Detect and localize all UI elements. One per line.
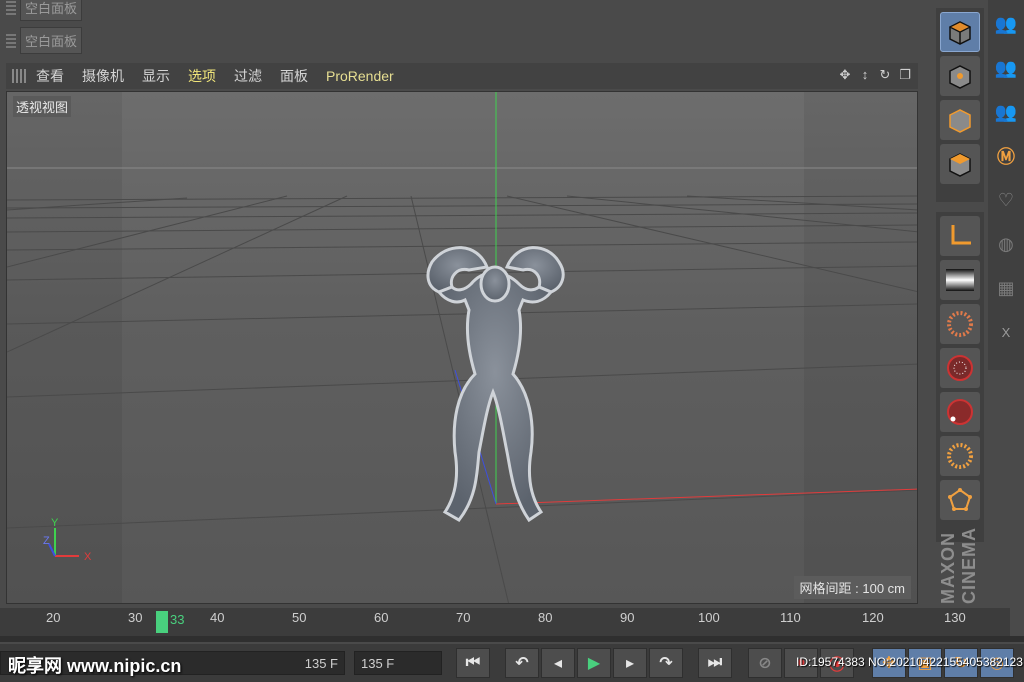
character-toolbar: 👥 👥 👥 Ⓜ ♡ ◍ ▦ X [988,0,1024,370]
timeline-tick: 20 [46,610,61,625]
polygon-pentagon-icon[interactable] [940,480,980,520]
timeline-tick: 70 [456,610,471,625]
timeline-tick: 100 [698,610,720,625]
menu-view[interactable]: 查看 [36,66,64,86]
go-to-end-button[interactable]: ⏭ [698,648,732,678]
gradient-icon[interactable] [940,260,980,300]
sphere-grid-icon[interactable]: ◍ [990,224,1022,264]
checker-icon[interactable]: ▦ [990,268,1022,308]
timeline-tick: 120 [862,610,884,625]
timeline-tick: 80 [538,610,553,625]
menu-camera[interactable]: 摄像机 [82,66,124,86]
watermark-site: 昵享网 www.nipic.cn [8,656,182,676]
grid-spacing-label: 网格间距 : 100 cm [793,576,911,599]
xpresso-icon[interactable]: X [990,312,1022,352]
cube-polygons-icon[interactable] [940,144,980,184]
dolly-view-icon[interactable]: ↕ [858,68,872,82]
menu-filter[interactable]: 过滤 [234,66,262,86]
drag-grip-icon[interactable] [6,0,16,15]
gizmo-label-z: Z [43,535,50,547]
empty-panel-label: 空白面板 [20,0,83,21]
current-frame-label: 33 [170,612,185,627]
playhead[interactable] [156,611,168,633]
cube-edges-icon[interactable] [940,100,980,140]
timeline-ruler[interactable]: 20 30 40 50 60 70 80 90 100 110 120 130 [0,608,1010,636]
menu-options[interactable]: 选项 [188,66,216,86]
next-key-button[interactable]: ↷ [649,648,683,678]
empty-panel-2: 空白面板 [0,26,83,54]
perspective-viewport[interactable]: Y Z X 透视视图 网格间距 : 100 cm [6,91,918,604]
radial-dot-icon[interactable] [940,392,980,432]
timeline-tick: 30 [128,610,143,625]
cube-icon[interactable] [940,12,980,52]
empty-panel-1: 空白面板 [0,0,83,21]
maxon-brand: MAXON CINEMA [938,527,979,604]
cube-points-icon[interactable] [940,56,980,96]
menu-panel[interactable]: 面板 [280,66,308,86]
radial-red-icon[interactable] [940,348,980,388]
go-to-start-button[interactable]: ⏮ [456,648,490,678]
mixamo-icon[interactable]: Ⓜ [990,136,1022,176]
timeline-scrollbar[interactable] [0,636,1024,642]
tools-toolbar [936,212,984,542]
axis-icon[interactable] [940,216,980,256]
gizmo-label-y: Y [51,517,59,529]
play-button[interactable]: ▶ [577,648,611,678]
gizmo-label-x: X [84,551,92,563]
viewport-title: 透视视图 [13,96,72,117]
timeline-tick: 50 [292,610,307,625]
maximize-view-icon[interactable]: ❐ [898,68,912,82]
timeline-tick: 40 [210,610,225,625]
rotate-view-icon[interactable]: ↻ [878,68,892,82]
dynamics-orange-icon[interactable] [940,436,980,476]
watermark-id: ID:19574383 NO:20210422155405382123 [796,655,1023,669]
timeline-tick: 130 [944,610,966,625]
viewport-menubar: 查看 摄像机 显示 选项 过滤 面板 ProRender ✥ ↕ ↻ ❐ [6,63,918,89]
empty-panel-label: 空白面板 [20,26,83,54]
previous-frame-button[interactable]: ◂ [541,648,575,678]
character-pair-icon[interactable]: 👥 [990,4,1022,44]
drag-grip-icon[interactable] [6,32,16,48]
move-view-icon[interactable]: ✥ [838,68,852,82]
heart-icon[interactable]: ♡ [990,180,1022,220]
viewport-scene: Y Z X [7,92,917,603]
end-frame-field[interactable]: 135 F [354,651,442,675]
menu-prorender[interactable]: ProRender [326,68,394,84]
menu-display[interactable]: 显示 [142,66,170,86]
previous-key-button[interactable]: ↶ [505,648,539,678]
range-end-value: 135 F [304,655,338,671]
modeling-toolbar [936,8,984,202]
next-frame-button[interactable]: ▸ [613,648,647,678]
drag-grip-icon[interactable] [12,69,26,83]
timeline-tick: 110 [780,610,801,625]
dynamics-burst-icon[interactable] [940,304,980,344]
timeline-tick: 90 [620,610,635,625]
character-group-icon[interactable]: 👥 [990,92,1022,132]
character-pair-alt-icon[interactable]: 👥 [990,48,1022,88]
end-frame-value: 135 F [361,655,395,671]
record-disabled-icon[interactable]: ⊘ [748,648,782,678]
timeline-tick: 60 [374,610,389,625]
